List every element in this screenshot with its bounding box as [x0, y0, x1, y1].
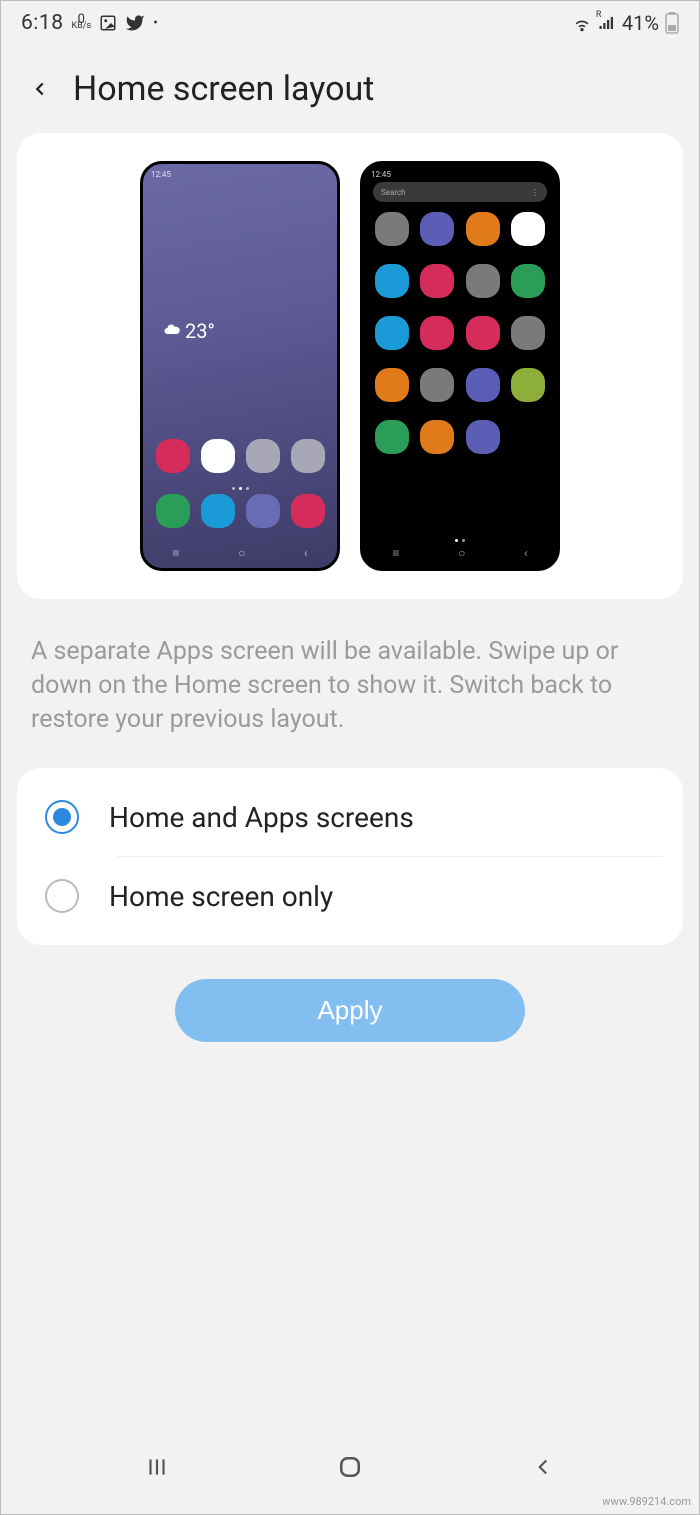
app-icon: [511, 368, 545, 402]
data-speed-indicator: 0 KB/s: [72, 16, 92, 29]
dot-icon: •: [153, 15, 158, 31]
app-icon: [420, 316, 454, 350]
page-title: Home screen layout: [73, 69, 374, 109]
mini-search-bar: Search ⋮: [373, 182, 547, 202]
mini-search-label: Search: [381, 188, 406, 197]
mini-nav-keys: ≡ ○ ‹: [143, 546, 337, 560]
mini-status-time: 12:45: [151, 170, 171, 179]
option-home-only[interactable]: Home screen only: [17, 857, 683, 935]
app-icon: [201, 439, 235, 473]
home-apps-row-1: [143, 439, 337, 473]
page-indicator: [143, 487, 337, 490]
app-icon: [511, 212, 545, 246]
mini-back-icon: ‹: [304, 546, 308, 560]
app-icon: [466, 264, 500, 298]
mini-recents-icon: ≡: [392, 546, 399, 560]
options-card: Home and Apps screens Home screen only: [17, 768, 683, 945]
app-icon: [466, 212, 500, 246]
app-icon: [375, 212, 409, 246]
weather-widget: 23°: [163, 319, 215, 343]
option-home-and-apps[interactable]: Home and Apps screens: [17, 778, 683, 856]
apps-page-indicator: [363, 539, 557, 542]
app-icon: [375, 420, 409, 454]
status-right: R 41%: [572, 11, 679, 35]
mini-home-icon: ○: [458, 546, 465, 560]
image-icon: [99, 14, 117, 32]
app-icon: [246, 439, 280, 473]
mini-status-time-2: 12:45: [371, 170, 391, 179]
header: Home screen layout: [1, 41, 699, 133]
apply-button[interactable]: Apply: [175, 979, 525, 1042]
app-icon: [466, 316, 500, 350]
signal-icon: R: [598, 14, 616, 32]
system-nav-bar: [1, 1452, 699, 1486]
status-time: 6:18: [21, 11, 64, 35]
radio-unselected[interactable]: [45, 879, 79, 913]
battery-icon: [665, 12, 679, 34]
recents-button[interactable]: [144, 1454, 170, 1484]
mini-recents-icon: ≡: [172, 546, 179, 560]
app-icon: [156, 439, 190, 473]
app-icon: [466, 420, 500, 454]
status-left: 6:18 0 KB/s •: [21, 11, 158, 35]
option-label: Home screen only: [109, 880, 333, 913]
app-icon: [420, 368, 454, 402]
home-dock-row: [143, 494, 337, 528]
apps-grid: [375, 212, 545, 454]
status-bar: 6:18 0 KB/s • R 41%: [1, 1, 699, 41]
app-icon: [246, 494, 280, 528]
mini-menu-icon: ⋮: [531, 188, 539, 197]
option-label: Home and Apps screens: [109, 801, 414, 834]
app-icon: [511, 264, 545, 298]
wifi-icon: [572, 13, 592, 33]
app-icon: [375, 264, 409, 298]
app-icon: [156, 494, 190, 528]
app-icon: [291, 439, 325, 473]
app-icon: [466, 368, 500, 402]
preview-card: 12:45 23° ≡ ○ ‹ 12:45 Search ⋮ ≡ ○ ‹: [17, 133, 683, 599]
home-button[interactable]: [335, 1452, 365, 1486]
back-button[interactable]: [25, 74, 55, 104]
app-icon: [375, 316, 409, 350]
apps-preview: 12:45 Search ⋮ ≡ ○ ‹: [360, 161, 560, 571]
twitter-icon: [125, 13, 145, 33]
app-icon: [420, 264, 454, 298]
mini-home-icon: ○: [238, 546, 245, 560]
mini-nav-keys-2: ≡ ○ ‹: [363, 546, 557, 560]
back-button-nav[interactable]: [530, 1454, 556, 1484]
app-icon: [511, 316, 545, 350]
battery-percent: 41%: [622, 11, 659, 35]
app-icon: [375, 368, 409, 402]
app-icon: [420, 420, 454, 454]
watermark: www.989214.com: [602, 1495, 691, 1508]
home-preview: 12:45 23° ≡ ○ ‹: [140, 161, 340, 571]
mini-back-icon: ‹: [524, 546, 528, 560]
description-text: A separate Apps screen will be available…: [1, 617, 699, 768]
weather-temp: 23°: [185, 319, 215, 343]
app-icon: [420, 212, 454, 246]
app-icon: [291, 494, 325, 528]
radio-selected[interactable]: [45, 800, 79, 834]
app-icon: [201, 494, 235, 528]
